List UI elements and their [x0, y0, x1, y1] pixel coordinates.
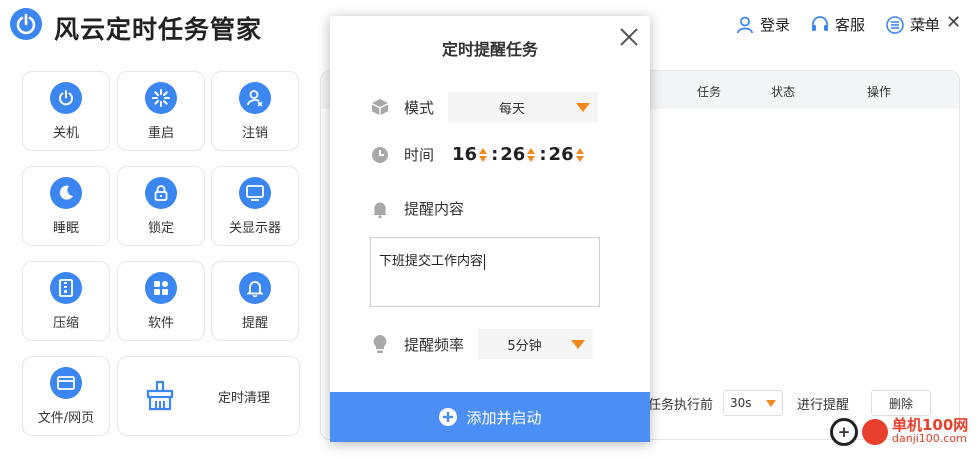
reminder-content-value: 下班提交工作内容: [379, 254, 484, 269]
top-nav: 登录 客服 菜单: [735, 14, 940, 35]
hour-value[interactable]: 16: [452, 144, 477, 165]
browser-window-icon: [50, 366, 82, 399]
tile-label: 软件: [147, 315, 174, 331]
monitor-icon: [239, 176, 271, 209]
watermark-plus-logo-icon: +: [830, 418, 858, 446]
user-icon: [737, 16, 753, 33]
reminder-content-textarea[interactable]: 下班提交工作内容: [370, 237, 600, 307]
time-row: 时间 16 : 26 : 26: [370, 144, 586, 165]
tile-label: 定时清理: [218, 390, 271, 406]
watermark-line2: danji100.com: [892, 432, 967, 445]
tile-label: 提醒: [241, 315, 268, 331]
lock-icon: [145, 176, 177, 209]
reminder-prefix-text: 任务执行前: [648, 397, 714, 413]
clock-icon: [372, 146, 388, 163]
mode-select[interactable]: 每天: [448, 92, 599, 122]
tile-monitor-off[interactable]: 关显示器: [211, 166, 299, 246]
power-icon: [50, 81, 82, 114]
column-action: 操作: [867, 85, 892, 99]
bell-icon: [239, 271, 271, 304]
login-button[interactable]: 登录: [735, 14, 790, 35]
headset-icon: [811, 15, 828, 31]
close-window-button[interactable]: ✕: [946, 14, 961, 32]
tile-lock[interactable]: 锁定: [117, 166, 205, 246]
app-title: 风云定时任务管家: [54, 15, 263, 44]
plus-circle-icon: [439, 408, 458, 426]
moon-icon: [50, 176, 82, 209]
submit-label: 添加并启动: [466, 408, 542, 427]
tile-label: 重启: [147, 125, 174, 141]
mode-label: 模式: [404, 98, 435, 117]
bell-icon: [373, 202, 387, 218]
watermark-ball-logo-icon: [862, 419, 888, 445]
cube-icon: [372, 99, 388, 115]
tile-label: 关显示器: [228, 220, 281, 236]
tile-compress[interactable]: 压缩: [22, 261, 110, 341]
menu-list-icon: [886, 15, 904, 34]
tile-label: 关机: [52, 125, 79, 141]
tile-scheduled-cleanup[interactable]: 定时清理: [117, 356, 300, 436]
apps-grid-icon: [145, 271, 177, 304]
tile-logout[interactable]: 注销: [211, 71, 299, 151]
second-value[interactable]: 26: [549, 144, 574, 165]
service-label: 客服: [834, 16, 865, 34]
chevron-down-icon: [576, 102, 591, 112]
lightbulb-icon: [373, 335, 387, 353]
customer-service-button[interactable]: 客服: [810, 14, 865, 35]
tile-reminder[interactable]: 提醒: [211, 261, 299, 341]
login-label: 登录: [759, 16, 790, 34]
app-window: 风云定时任务管家 登录 客服 菜单 — ✕ 关机 重启 注销 睡眠 锁定 关显示…: [0, 0, 980, 458]
tile-label: 锁定: [147, 220, 174, 236]
column-status: 状态: [771, 85, 796, 99]
time-picker: 16 : 26 : 26: [452, 144, 586, 165]
frequency-select[interactable]: 5分钟: [478, 329, 594, 359]
logout-user-icon: [239, 81, 271, 114]
tile-shutdown[interactable]: 关机: [22, 71, 110, 151]
delete-button[interactable]: 删除: [871, 390, 932, 416]
frequency-value: 5分钟: [507, 338, 542, 354]
minute-spinner[interactable]: [527, 147, 536, 162]
reminder-advance-select[interactable]: 30s: [723, 390, 784, 416]
tile-label: 文件/网页: [37, 410, 95, 426]
tile-label: 压缩: [52, 315, 79, 331]
reminder-task-dialog: 定时提醒任务 模式 每天 时间 16 : 26 : 26 提醒内容 下班提交工作…: [330, 16, 650, 442]
column-task: 任务: [697, 85, 722, 99]
minute-value[interactable]: 26: [500, 144, 525, 165]
mode-row: 模式 每天: [370, 92, 599, 122]
tile-restart[interactable]: 重启: [117, 71, 205, 151]
watermark: + 单机100网 danji100.com: [830, 418, 968, 446]
tile-software[interactable]: 软件: [117, 261, 205, 341]
tile-label: 注销: [241, 125, 268, 141]
watermark-text: 单机100网 danji100.com: [892, 418, 968, 446]
add-and-start-button[interactable]: 添加并启动: [330, 392, 650, 442]
dialog-title: 定时提醒任务: [441, 40, 538, 59]
close-icon[interactable]: [618, 26, 640, 48]
time-label: 时间: [404, 146, 435, 164]
reminder-settings-bar: 任务执行前 30s 进行提醒 删除: [648, 390, 932, 416]
frequency-label: 提醒频率: [404, 335, 465, 354]
reminder-suffix-text: 进行提醒: [797, 397, 850, 413]
hour-spinner[interactable]: [479, 147, 488, 162]
reminder-advance-value: 30s: [730, 396, 752, 410]
content-label: 提醒内容: [404, 200, 465, 218]
broom-icon: [146, 380, 174, 411]
chevron-down-icon: [766, 399, 777, 407]
second-spinner[interactable]: [575, 147, 584, 162]
mode-value: 每天: [499, 101, 526, 117]
tile-file-webpage[interactable]: 文件/网页: [22, 356, 110, 436]
restart-icon: [145, 81, 177, 114]
tile-sleep[interactable]: 睡眠: [22, 166, 110, 246]
watermark-line1: 单机100网: [892, 416, 969, 434]
minimize-button[interactable]: —: [916, 14, 934, 32]
frequency-row: 提醒频率 5分钟: [370, 329, 594, 359]
tile-label: 睡眠: [52, 220, 79, 236]
content-row: 提醒内容: [370, 198, 464, 219]
zip-icon: [50, 271, 82, 304]
app-logo-power-icon: [10, 8, 42, 40]
chevron-down-icon: [571, 339, 586, 349]
